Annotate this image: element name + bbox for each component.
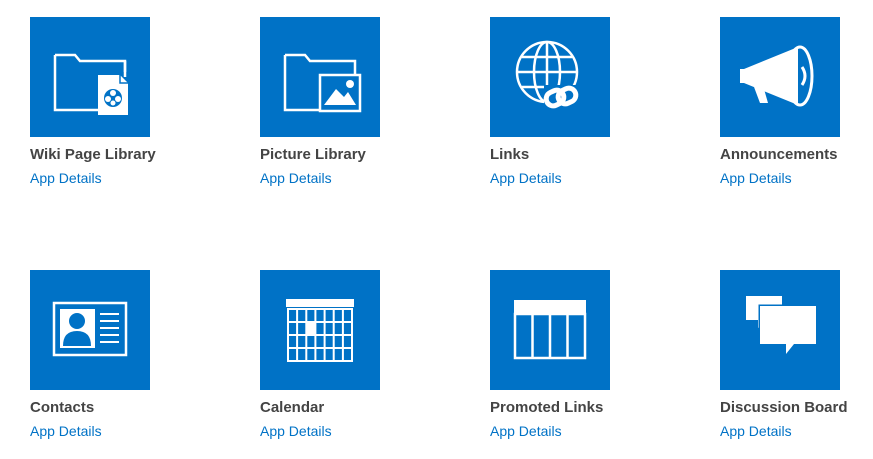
app-title[interactable]: Wiki Page Library xyxy=(30,146,230,164)
calendar-icon[interactable] xyxy=(260,270,380,390)
app-details-link[interactable]: App Details xyxy=(260,423,460,440)
app-title[interactable]: Contacts xyxy=(30,399,230,417)
app-details-link[interactable]: App Details xyxy=(30,170,230,187)
announcements-icon[interactable] xyxy=(720,17,840,137)
app-tile-picture-library[interactable]: Picture Library App Details xyxy=(260,17,460,187)
app-tile-links[interactable]: Links App Details xyxy=(490,17,690,187)
picture-library-icon[interactable] xyxy=(260,17,380,137)
app-details-link[interactable]: App Details xyxy=(490,423,690,440)
app-tile-calendar[interactable]: Calendar App Details xyxy=(260,270,460,440)
app-tile-wiki-page-library[interactable]: Wiki Page Library App Details xyxy=(30,17,230,187)
app-title[interactable]: Discussion Board xyxy=(720,399,873,417)
app-tile-discussion-board[interactable]: Discussion Board App Details xyxy=(720,270,873,440)
app-title[interactable]: Promoted Links xyxy=(490,399,690,417)
promoted-links-icon[interactable] xyxy=(490,270,610,390)
app-tile-announcements[interactable]: Announcements App Details xyxy=(720,17,873,187)
app-title[interactable]: Picture Library xyxy=(260,146,460,164)
app-details-link[interactable]: App Details xyxy=(260,170,460,187)
contacts-icon[interactable] xyxy=(30,270,150,390)
app-details-link[interactable]: App Details xyxy=(30,423,230,440)
app-details-link[interactable]: App Details xyxy=(720,170,873,187)
app-title[interactable]: Calendar xyxy=(260,399,460,417)
discussion-board-icon[interactable] xyxy=(720,270,840,390)
app-title[interactable]: Announcements xyxy=(720,146,873,164)
app-title[interactable]: Links xyxy=(490,146,690,164)
app-tile-promoted-links[interactable]: Promoted Links App Details xyxy=(490,270,690,440)
links-icon[interactable] xyxy=(490,17,610,137)
app-details-link[interactable]: App Details xyxy=(490,170,690,187)
app-details-link[interactable]: App Details xyxy=(720,423,873,440)
wiki-page-library-icon[interactable] xyxy=(30,17,150,137)
app-tile-contacts[interactable]: Contacts App Details xyxy=(30,270,230,440)
